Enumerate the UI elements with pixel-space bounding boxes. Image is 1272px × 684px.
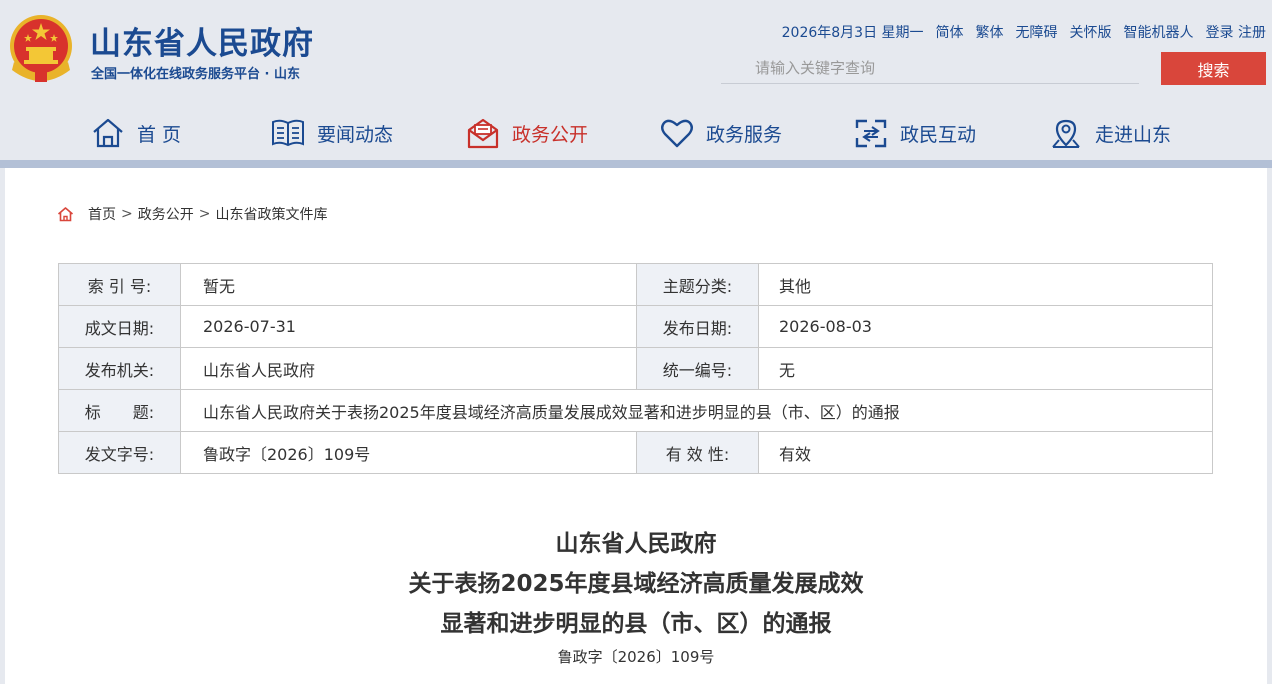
- nav-government-affairs[interactable]: 政务公开: [466, 110, 588, 156]
- document-number-label: 发文字号:: [58, 431, 181, 474]
- link-register[interactable]: 注册: [1238, 25, 1266, 41]
- issuer-label: 发布机关:: [58, 347, 181, 390]
- nav-shandong[interactable]: 走进山东: [1049, 110, 1171, 156]
- title-value: 山东省人民政府关于表扬2025年度县域经济高质量发展成效显著和进步明显的县（市、…: [180, 389, 1213, 432]
- link-robot[interactable]: 智能机器人: [1124, 22, 1194, 42]
- news-icon: [272, 119, 304, 147]
- document-title: 山东省人民政府 关于表扬2025年度县域经济高质量发展成效 显著和进步明显的县（…: [5, 524, 1267, 644]
- nav-label: 要闻动态: [317, 123, 394, 146]
- serial-value: 无: [758, 347, 1213, 390]
- nav-interaction[interactable]: 政民互动: [854, 110, 976, 156]
- nav-label: 首 页: [137, 123, 182, 146]
- issuer-value: 山东省人民政府: [180, 347, 637, 390]
- document-title-line: 显著和进步明显的县（市、区）的通报: [440, 611, 832, 637]
- validity-label: 有 效 性:: [636, 431, 759, 474]
- nav-services[interactable]: 政务服务: [660, 110, 782, 156]
- nav-news[interactable]: 要闻动态: [271, 110, 393, 156]
- search-button[interactable]: 搜索: [1161, 52, 1266, 85]
- link-care-mode[interactable]: 关怀版: [1070, 22, 1112, 42]
- login-register: 登录 注册: [1206, 22, 1266, 42]
- site-title[interactable]: 山东省人民政府: [90, 18, 314, 63]
- title-label: 标 题:: [58, 389, 181, 432]
- nav-label: 政务公开: [512, 123, 589, 146]
- validity-value: 有效: [758, 431, 1213, 474]
- nav-label: 走进山东: [1095, 123, 1172, 146]
- topic-value: 其他: [758, 263, 1213, 306]
- index-number-value: 暂无: [180, 263, 637, 306]
- table-row: 索 引 号: 暂无 主题分类: 其他: [58, 263, 1213, 306]
- main-nav: 首 页 要闻动态 政务公开 政务服务 政民互动 走进山东: [0, 110, 1272, 156]
- nav-label: 政务服务: [706, 123, 783, 146]
- interaction-icon: [855, 119, 887, 148]
- national-emblem-icon[interactable]: [8, 12, 74, 84]
- breadcrumb-policy-library[interactable]: 山东省政策文件库: [215, 204, 327, 224]
- document-number: 鲁政字〔2026〕109号: [557, 648, 715, 666]
- heart-icon: [661, 119, 693, 148]
- topic-label: 主题分类:: [636, 263, 759, 306]
- nav-home[interactable]: 首 页: [91, 110, 181, 156]
- main-content: 首页 > 政务公开 > 山东省政策文件库 索 引 号: 暂无 主题分类: 其他 …: [5, 168, 1267, 684]
- home-icon: [93, 118, 123, 148]
- document-number-value: 鲁政字〔2026〕109号: [180, 431, 637, 474]
- nav-label: 政民互动: [900, 123, 977, 146]
- link-traditional[interactable]: 繁体: [976, 22, 1004, 42]
- serial-label: 统一编号:: [636, 347, 759, 390]
- document-title-line: 山东省人民政府: [555, 531, 717, 557]
- table-row: 成文日期: 2026-07-31 发布日期: 2026-08-03: [58, 305, 1213, 348]
- breadcrumb-separator: >: [121, 206, 133, 222]
- top-links: 2026年8月3日 星期一 简体 繁体 无障碍 关怀版 智能机器人 登录 注册: [782, 22, 1266, 42]
- breadcrumb-separator: >: [198, 206, 211, 222]
- breadcrumb: 首页 > 政务公开 > 山东省政策文件库: [57, 204, 327, 224]
- table-row: 发文字号: 鲁政字〔2026〕109号 有 效 性: 有效: [58, 431, 1213, 474]
- location-icon: [1052, 119, 1080, 148]
- publish-date-label: 发布日期:: [636, 305, 759, 348]
- home-icon[interactable]: [57, 206, 74, 222]
- publish-date-value: 2026-08-03: [758, 305, 1213, 348]
- breadcrumb-home[interactable]: 首页: [88, 204, 116, 224]
- document-metadata-table: 索 引 号: 暂无 主题分类: 其他 成文日期: 2026-07-31 发布日期…: [58, 263, 1213, 474]
- written-date-value: 2026-07-31: [180, 305, 637, 348]
- nav-divider: [0, 160, 1272, 168]
- site-subtitle: 全国一体化在线政务服务平台 · 山东: [91, 67, 300, 82]
- link-login[interactable]: 登录: [1206, 25, 1234, 41]
- breadcrumb-government-affairs[interactable]: 政务公开: [138, 204, 194, 224]
- search-input[interactable]: [721, 53, 1139, 84]
- table-row: 标 题: 山东省人民政府关于表扬2025年度县域经济高质量发展成效显著和进步明显…: [58, 389, 1213, 432]
- link-accessibility[interactable]: 无障碍: [1016, 22, 1058, 42]
- current-date: 2026年8月3日 星期一: [781, 25, 924, 41]
- written-date-label: 成文日期:: [58, 305, 181, 348]
- mail-icon: [467, 118, 499, 149]
- site-header: 山东省人民政府 全国一体化在线政务服务平台 · 山东 2026年8月3日 星期一…: [0, 0, 1272, 160]
- index-number-label: 索 引 号:: [58, 263, 181, 306]
- link-simplified[interactable]: 简体: [936, 22, 964, 42]
- table-row: 发布机关: 山东省人民政府 统一编号: 无: [58, 347, 1213, 390]
- document-title-line: 关于表扬2025年度县域经济高质量发展成效: [408, 571, 864, 597]
